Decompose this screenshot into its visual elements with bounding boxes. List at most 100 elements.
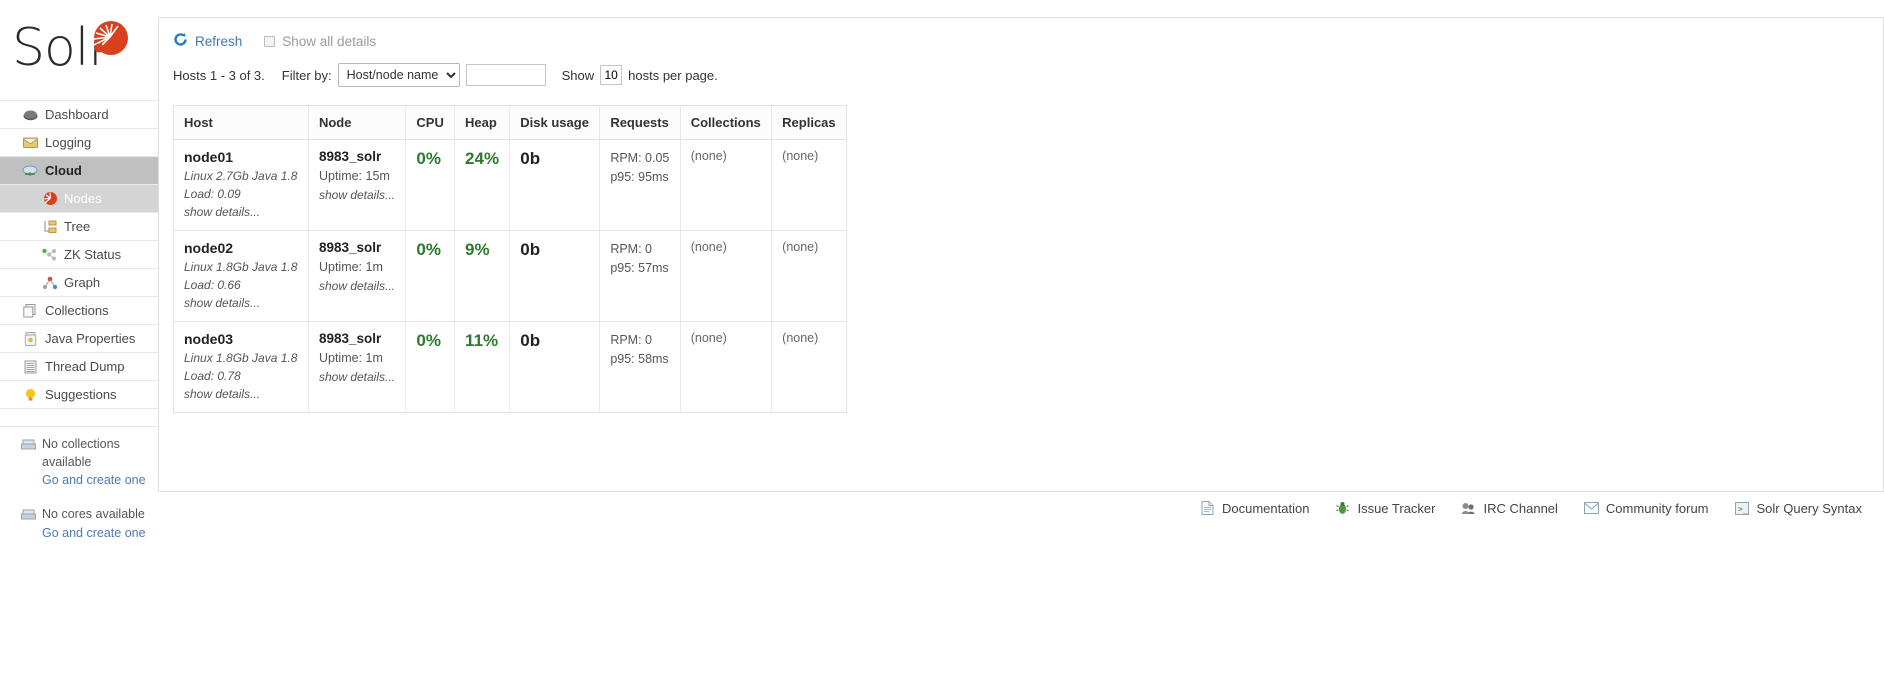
graph-icon bbox=[42, 275, 58, 291]
empty-collections-message: No collections available bbox=[42, 437, 120, 470]
replicas-value: (none) bbox=[782, 331, 819, 345]
host-name: node02 bbox=[184, 240, 234, 256]
node-show-details-link[interactable]: show details... bbox=[319, 186, 395, 204]
requests-rpm: RPM: 0.05 bbox=[610, 151, 670, 165]
suggestions-icon bbox=[22, 387, 38, 403]
column-node[interactable]: Node bbox=[308, 105, 407, 140]
empty-cores-message: No cores available bbox=[42, 507, 145, 522]
show-all-details-checkbox[interactable] bbox=[264, 35, 276, 47]
footer-link-label: IRC Channel bbox=[1483, 500, 1558, 516]
table-row[interactable]: node02 Linux 1.8Gb Java 1.8 Load: 0.66 s… bbox=[173, 230, 847, 322]
heap-value: 9% bbox=[465, 240, 490, 259]
cpu-value: 0% bbox=[416, 240, 441, 259]
core-empty-icon bbox=[20, 505, 36, 521]
show-all-details-label: Show all details bbox=[282, 33, 377, 49]
requests-p95: p95: 95ms bbox=[610, 169, 669, 184]
filter-by-select[interactable]: Host/node name bbox=[337, 63, 460, 87]
sidebar-item-graph[interactable]: Graph bbox=[0, 269, 158, 297]
host-name: node01 bbox=[184, 149, 234, 165]
table-row[interactable]: node03 Linux 1.8Gb Java 1.8 Load: 0.78 s… bbox=[173, 321, 847, 413]
cell-cpu: 0% bbox=[405, 139, 456, 231]
sidebar-item-label: Dashboard bbox=[45, 107, 109, 122]
collections-value: (none) bbox=[690, 149, 727, 163]
footer: Documentation Issue Tracker IRC Channel … bbox=[158, 493, 1884, 523]
column-collections[interactable]: Collections bbox=[680, 105, 773, 140]
sidebar-item-label: Tree bbox=[64, 219, 91, 234]
footer-link-label: Documentation bbox=[1222, 500, 1310, 516]
host-show-details-link[interactable]: show details... bbox=[184, 203, 298, 221]
cell-requests: RPM: 0.05 p95: 95ms bbox=[599, 139, 681, 231]
node-show-details-link[interactable]: show details... bbox=[319, 368, 395, 386]
footer-link-solr-query-syntax[interactable]: >_ Solr Query Syntax bbox=[1735, 501, 1862, 516]
sidebar-item-suggestions[interactable]: Suggestions bbox=[0, 381, 158, 409]
cell-replicas: (none) bbox=[771, 139, 847, 231]
table-row[interactable]: node01 Linux 2.7Gb Java 1.8 Load: 0.09 s… bbox=[173, 139, 847, 231]
sidebar-item-cloud[interactable]: Cloud bbox=[0, 157, 158, 185]
java-properties-icon bbox=[22, 331, 38, 347]
cell-disk-usage: 0b bbox=[509, 321, 601, 413]
heap-value: 24% bbox=[465, 149, 500, 168]
cell-heap: 9% bbox=[454, 230, 511, 322]
node-uptime: Uptime: 1m bbox=[318, 351, 383, 365]
table-header-row: Host Node CPU Heap Disk usage Requests C… bbox=[173, 105, 847, 140]
heap-value: 11% bbox=[465, 331, 499, 350]
host-show-details-link[interactable]: show details... bbox=[184, 294, 298, 312]
cell-cpu: 0% bbox=[405, 230, 456, 322]
per-page-label: hosts per page. bbox=[628, 67, 718, 83]
column-cpu[interactable]: CPU bbox=[405, 105, 456, 140]
collections-value: (none) bbox=[690, 331, 727, 345]
cell-disk-usage: 0b bbox=[509, 139, 601, 231]
cell-node: 8983_solr Uptime: 1m show details... bbox=[308, 321, 407, 413]
filter-value-input[interactable] bbox=[465, 64, 546, 86]
zk-status-icon bbox=[42, 247, 58, 263]
collections-value: (none) bbox=[690, 240, 727, 254]
brand-logo[interactable]: Solr bbox=[0, 0, 158, 100]
host-show-details-link[interactable]: show details... bbox=[184, 385, 298, 403]
thread-dump-icon bbox=[22, 359, 38, 375]
cell-heap: 24% bbox=[454, 139, 511, 231]
toolbar: Refresh Show all details bbox=[159, 18, 1883, 50]
sidebar-item-tree[interactable]: Tree bbox=[0, 213, 158, 241]
footer-link-issue-tracker[interactable]: Issue Tracker bbox=[1335, 501, 1435, 516]
show-all-details-toggle[interactable]: Show all details bbox=[264, 34, 376, 49]
host-meta: Linux 2.7Gb Java 1.8 bbox=[184, 169, 298, 183]
create-core-link[interactable]: Go and create one bbox=[42, 524, 146, 542]
sidebar-item-nodes[interactable]: Nodes bbox=[0, 185, 158, 213]
node-show-details-link[interactable]: show details... bbox=[319, 277, 395, 295]
sidebar-item-collections[interactable]: Collections bbox=[0, 297, 158, 325]
sidebar-item-dashboard[interactable]: Dashboard bbox=[0, 101, 158, 129]
host-load: Load: 0.78 bbox=[184, 369, 241, 383]
sidebar-item-zk-status[interactable]: ZK Status bbox=[0, 241, 158, 269]
column-host[interactable]: Host bbox=[173, 105, 309, 140]
column-heap[interactable]: Heap bbox=[454, 105, 511, 140]
sidebar-item-logging[interactable]: Logging bbox=[0, 129, 158, 157]
footer-link-community-forum[interactable]: Community forum bbox=[1583, 501, 1709, 516]
empty-collections-text: No collections available Go and create o… bbox=[42, 435, 152, 489]
sidebar-item-thread-dump[interactable]: Thread Dump bbox=[0, 353, 158, 381]
column-disk-usage[interactable]: Disk usage bbox=[509, 105, 601, 140]
dashboard-icon bbox=[22, 107, 38, 123]
requests-rpm: RPM: 0 bbox=[610, 333, 652, 347]
footer-link-documentation[interactable]: Documentation bbox=[1200, 501, 1309, 516]
host-name: node03 bbox=[184, 331, 234, 347]
cell-collections: (none) bbox=[680, 321, 773, 413]
sidebar-item-java-properties[interactable]: Java Properties bbox=[0, 325, 158, 353]
column-replicas[interactable]: Replicas bbox=[771, 105, 847, 140]
cell-collections: (none) bbox=[680, 139, 773, 231]
mail-icon bbox=[1583, 501, 1599, 516]
cell-requests: RPM: 0 p95: 57ms bbox=[599, 230, 681, 322]
create-collection-link[interactable]: Go and create one bbox=[42, 471, 152, 489]
nav-group-tools: Collections Java Properties Thread Dump … bbox=[0, 297, 158, 409]
sidebar: Solr Dashboard Logging Cloud Nodes Tree … bbox=[0, 0, 158, 700]
refresh-button[interactable]: Refresh bbox=[173, 32, 242, 50]
host-meta: Linux 1.8Gb Java 1.8 bbox=[184, 260, 298, 274]
disk-value: 0b bbox=[520, 240, 541, 259]
rows-per-page-input[interactable] bbox=[600, 65, 623, 85]
footer-link-irc-channel[interactable]: IRC Channel bbox=[1461, 500, 1558, 516]
sidebar-item-label: Graph bbox=[64, 275, 101, 290]
sidebar-empty-collections: No collections available Go and create o… bbox=[0, 427, 158, 497]
filter-bar: Hosts 1 - 3 of 3. Filter by: Host/node n… bbox=[159, 50, 1883, 87]
cell-disk-usage: 0b bbox=[509, 230, 601, 322]
column-requests[interactable]: Requests bbox=[599, 105, 681, 140]
cell-host: node03 Linux 1.8Gb Java 1.8 Load: 0.78 s… bbox=[173, 321, 309, 413]
